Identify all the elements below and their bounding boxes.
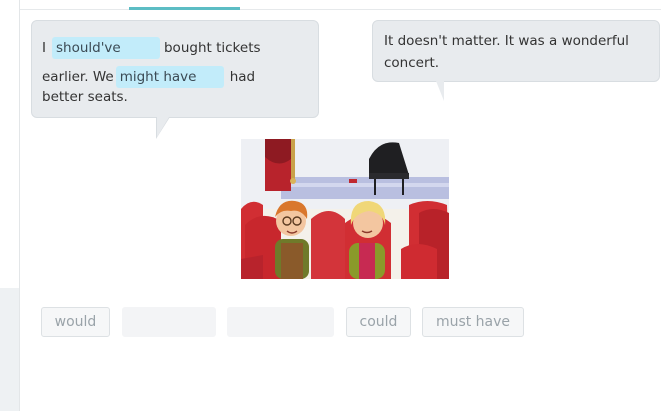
word-chip-slot-empty[interactable] bbox=[227, 307, 334, 337]
word-chip-slot-empty[interactable] bbox=[122, 307, 216, 337]
bubble-text: concert. bbox=[384, 55, 440, 71]
bubble-left-line-1: Ishould've bought tickets bbox=[42, 34, 310, 63]
concert-illustration bbox=[241, 139, 449, 279]
word-chip-would[interactable]: would bbox=[41, 307, 110, 337]
word-chip-could[interactable]: could bbox=[346, 307, 411, 337]
word-chip-must-have[interactable]: must have bbox=[422, 307, 524, 337]
bubble-text: bought tickets bbox=[163, 40, 261, 56]
concert-scene-image bbox=[241, 139, 449, 279]
speech-bubble-left: Ishould've bought tickets earlier. We migh… bbox=[31, 20, 319, 118]
speech-tail-left bbox=[157, 117, 169, 137]
answer-blank-2[interactable]: might have bbox=[115, 66, 224, 88]
answer-blank-1[interactable]: should've bbox=[51, 37, 160, 59]
active-tab-indicator bbox=[129, 7, 240, 10]
speech-bubble-right: It doesn't matter. It was a wonderful co… bbox=[372, 20, 660, 82]
speech-tail-right bbox=[436, 81, 444, 101]
bubble-text: It doesn't matter. It was a wonderful bbox=[384, 33, 629, 49]
bubble-text: earlier. We bbox=[42, 69, 114, 85]
bubble-text: had bbox=[229, 69, 256, 85]
bubble-text: I bbox=[42, 40, 46, 56]
left-rail-footer bbox=[0, 288, 20, 411]
tab-strip bbox=[20, 0, 661, 10]
